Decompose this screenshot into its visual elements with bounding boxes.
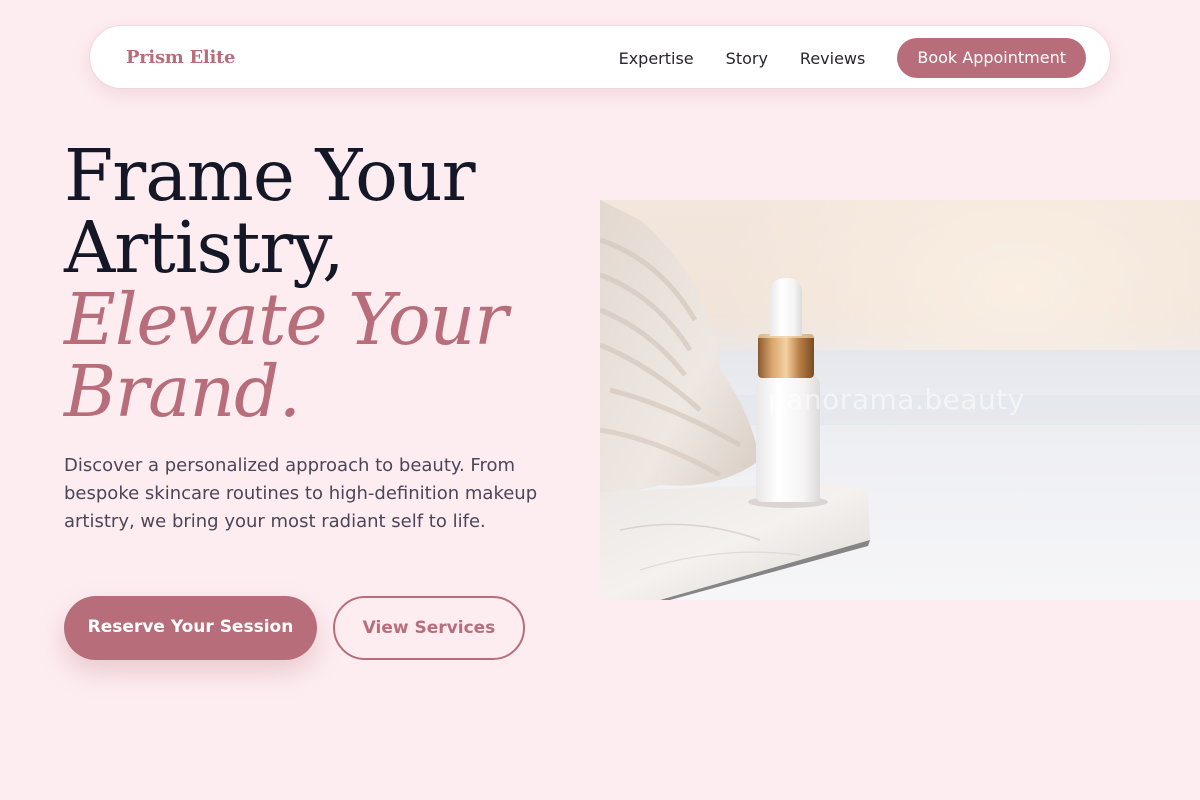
hero-title-line: Frame Your bbox=[64, 134, 476, 217]
image-watermark: panorama.beauty bbox=[768, 383, 1025, 416]
view-services-button[interactable]: View Services bbox=[333, 596, 525, 660]
hero-product-image: panorama.beauty bbox=[600, 200, 1200, 600]
hero-title-accent-line: Elevate Your bbox=[64, 278, 508, 361]
hero-title-line: Artistry, bbox=[64, 206, 345, 289]
nav-link-expertise[interactable]: Expertise bbox=[619, 49, 694, 68]
brand-logo[interactable]: Prism Elite bbox=[126, 26, 235, 90]
nav-link-reviews[interactable]: Reviews bbox=[800, 49, 865, 68]
book-appointment-button[interactable]: Book Appointment bbox=[897, 38, 1086, 78]
nav-links: Expertise Story Reviews Book Appointment bbox=[619, 26, 1086, 90]
hero-title-accent-line: Brand. bbox=[64, 350, 301, 433]
nav-link-story[interactable]: Story bbox=[726, 49, 768, 68]
top-navbar: Prism Elite Expertise Story Reviews Book… bbox=[89, 25, 1111, 89]
hero-description: Discover a personalized approach to beau… bbox=[64, 455, 538, 532]
hero-title: Frame Your Artistry, Elevate Your Brand. bbox=[64, 140, 584, 428]
reserve-session-button[interactable]: Reserve Your Session bbox=[64, 596, 317, 660]
